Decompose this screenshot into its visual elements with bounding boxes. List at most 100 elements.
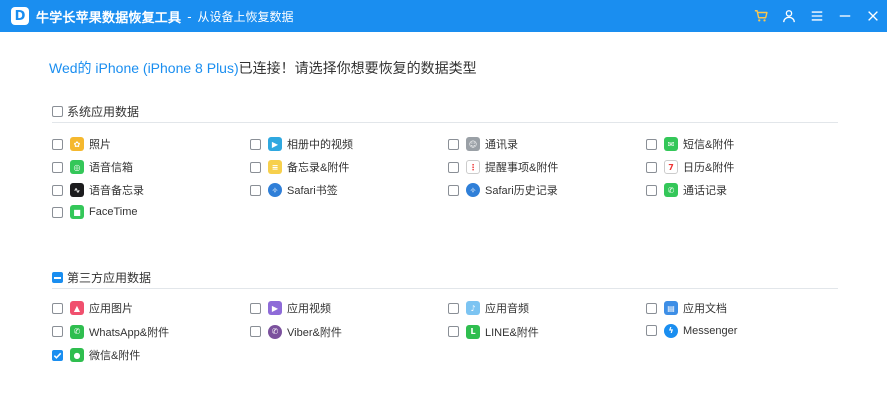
user-icon[interactable] [775,0,803,32]
option-checkbox[interactable] [646,138,657,150]
menu-icon[interactable] [803,0,831,32]
option-checkbox[interactable] [52,184,63,196]
page-heading: Wed的 iPhone (iPhone 8 Plus)已连接！请选择你想要恢复的… [49,58,477,78]
option-label: 通话记录 [683,185,727,197]
window-subtitle: 从设备上恢复数据 [197,9,294,24]
wechat-icon: ● [70,348,84,362]
option-checkbox[interactable] [448,326,459,337]
option-label: 备忘录&附件 [287,162,350,174]
option-label: WhatsApp&附件 [89,326,170,339]
option-checkbox[interactable] [448,184,459,196]
option-calendar[interactable]: 7 日历&附件 [646,159,734,175]
reminders-icon: ⋮ [466,160,480,174]
option-checkbox[interactable] [52,349,63,361]
option-contacts[interactable]: ☺ 通讯录 [448,136,518,152]
option-label: 照片 [89,139,111,151]
option-label: Safari书签 [287,185,338,197]
option-whatsapp[interactable]: ✆ WhatsApp&附件 [52,324,169,340]
facetime-icon: ■ [70,205,84,219]
option-voicemail[interactable]: ◎ 语音信箱 [52,159,133,175]
title-separator: - [187,8,192,24]
option-label: 应用音频 [485,303,529,315]
option-checkbox[interactable] [250,184,261,196]
option-checkbox[interactable] [250,302,261,314]
option-label: 应用文档 [683,303,727,315]
window-controls [747,0,887,32]
option-app-video[interactable]: ▶ 应用视频 [250,300,331,316]
system-select-all-checkbox[interactable] [52,106,63,117]
app-title: 牛学长苹果数据恢复工具 [36,9,182,25]
option-checkbox[interactable] [52,326,63,337]
option-label: LINE&附件 [485,326,539,339]
option-checkbox[interactable] [646,184,657,196]
option-viber[interactable]: ✆ Viber&附件 [250,324,342,340]
system-section-title: 系统应用数据 [67,105,140,119]
close-icon[interactable] [859,0,887,32]
option-checkbox[interactable] [646,325,657,336]
messages-icon: ✉ [664,137,678,151]
viber-icon: ✆ [268,324,282,339]
option-checkbox[interactable] [52,206,63,218]
option-wechat[interactable]: ● 微信&附件 [52,347,140,363]
option-checkbox[interactable] [52,161,63,173]
device-name: Wed的 iPhone (iPhone 8 Plus) [49,60,239,76]
messenger-icon: ϟ [664,323,678,338]
option-checkbox[interactable] [52,302,63,314]
option-reminders[interactable]: ⋮ 提醒事项&附件 [448,159,558,175]
contacts-icon: ☺ [466,137,480,151]
option-app-audio[interactable]: ♪ 应用音频 [448,300,529,316]
option-checkbox[interactable] [250,161,261,173]
safari-icon: ✧ [268,183,282,197]
third-party-select-all-checkbox[interactable] [52,272,63,283]
line-icon: L [466,324,480,339]
photos-icon: ✿ [70,137,84,151]
option-checkbox[interactable] [250,138,261,150]
option-video[interactable]: ▶ 相册中的视频 [250,136,353,152]
whatsapp-icon: ✆ [70,324,84,339]
third-party-section-header[interactable]: 第三方应用数据 [52,269,151,286]
option-voice-memos[interactable]: ∿ 语音备忘录 [52,182,144,198]
heading-text: 已连接！请选择你想要恢复的数据类型 [238,60,477,76]
video-icon: ▶ [268,137,282,151]
app-photos-icon: ▲ [70,301,84,315]
option-safari[interactable]: ✧ Safari书签 [250,182,338,198]
cart-icon[interactable] [747,0,775,32]
option-label: Messenger [683,324,738,337]
app-docs-icon: ▤ [664,301,678,315]
option-checkbox[interactable] [52,138,63,150]
minimize-icon[interactable] [831,0,859,32]
option-label: 相册中的视频 [287,139,353,151]
third-party-section-divider [52,288,838,289]
voicemail-icon: ◎ [70,160,84,174]
option-label: 通讯录 [485,139,518,151]
option-app-photos[interactable]: ▲ 应用图片 [52,300,133,316]
option-checkbox[interactable] [250,326,261,337]
app-video-icon: ▶ [268,301,282,315]
option-checkbox[interactable] [646,161,657,173]
option-label: FaceTime [89,206,138,218]
option-messages[interactable]: ✉ 短信&附件 [646,136,734,152]
safari-history-icon: ✧ [466,183,480,197]
option-safari-history[interactable]: ✧ Safari历史记录 [448,182,558,198]
option-phone[interactable]: ✆ 通话记录 [646,182,727,198]
option-checkbox[interactable] [448,161,459,173]
system-section-header[interactable]: 系统应用数据 [52,103,139,120]
calendar-icon: 7 [664,160,678,174]
option-label: 微信&附件 [89,350,141,362]
option-messenger[interactable]: ϟ Messenger [646,323,738,338]
option-checkbox[interactable] [448,138,459,150]
option-facetime[interactable]: ■ FaceTime [52,205,138,219]
app-audio-icon: ♪ [466,301,480,315]
option-notes[interactable]: ≡ 备忘录&附件 [250,159,349,175]
option-photos[interactable]: ✿ 照片 [52,136,111,152]
voice-memos-icon: ∿ [70,183,84,197]
option-label: 语音信箱 [89,162,133,174]
option-checkbox[interactable] [646,302,657,314]
option-app-docs[interactable]: ▤ 应用文档 [646,300,727,316]
title-bar: D 牛学长苹果数据恢复工具 - 从设备上恢复数据 [0,0,887,32]
option-label: Viber&附件 [287,326,342,339]
option-line[interactable]: L LINE&附件 [448,324,539,340]
option-checkbox[interactable] [448,302,459,314]
option-label: 提醒事项&附件 [485,162,559,174]
notes-icon: ≡ [268,160,282,174]
